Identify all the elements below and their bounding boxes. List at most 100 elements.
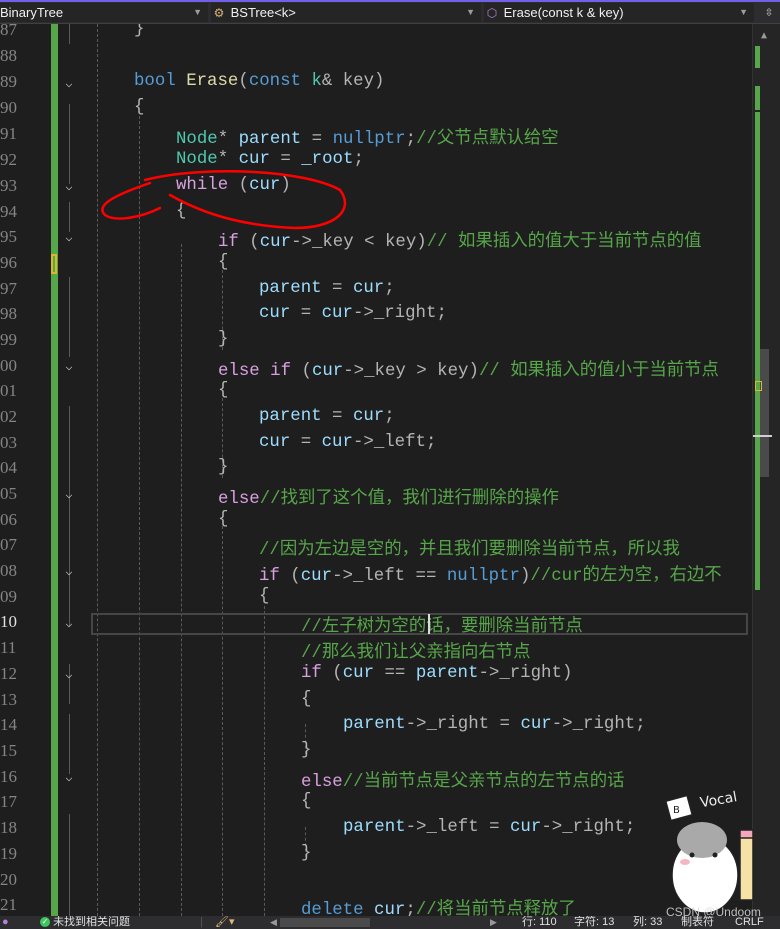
line-ending[interactable]: CRLF bbox=[735, 916, 764, 929]
statement: else if (cur->_key > key)// 如果插入的值小于当前节点 bbox=[218, 356, 719, 381]
token: nullptr bbox=[446, 567, 520, 586]
token: -> bbox=[541, 818, 563, 837]
code-line: //那么我们让父亲指向右节点 bbox=[0, 636, 752, 663]
token: cur bbox=[259, 233, 292, 252]
token: Node bbox=[176, 150, 218, 169]
code-line-current: //左子树为空的话，要删除当前节点 bbox=[0, 610, 752, 637]
check-icon: ✓ bbox=[40, 917, 50, 928]
brace: { bbox=[259, 587, 270, 606]
split-editor-button[interactable]: ⇳ bbox=[758, 3, 780, 22]
member-scope-dropdown[interactable]: ⬡ Erase(const k & key) ▼ bbox=[484, 3, 754, 22]
column-indicator[interactable]: 列: 33 bbox=[633, 916, 662, 929]
line-indicator[interactable]: 行: 110 bbox=[522, 916, 557, 929]
horizontal-scrollbar-thumb[interactable] bbox=[280, 918, 370, 927]
token: parent bbox=[259, 407, 322, 426]
brace: { bbox=[218, 381, 229, 400]
chevron-down-icon: ▼ bbox=[739, 7, 748, 17]
indent-mode[interactable]: 制表符 bbox=[681, 916, 714, 929]
token: cur bbox=[520, 715, 552, 734]
code-line: parent = cur; bbox=[0, 405, 752, 431]
token: ) bbox=[561, 664, 573, 683]
statement: else//当前节点是父亲节点的左节点的话 bbox=[301, 767, 624, 792]
token: cur bbox=[300, 567, 333, 586]
code-line: { bbox=[0, 200, 752, 226]
line-number: 20 bbox=[0, 870, 17, 889]
issues-indicator[interactable]: ✓ 未找到相关问题 bbox=[40, 916, 130, 929]
code-editor[interactable]: 87 88 89 90 91 92 93 94 95 96 97 98 99 00 01 02 03 04 05 06… bbox=[0, 24, 752, 916]
token: ( bbox=[321, 664, 343, 683]
token: _right bbox=[572, 715, 636, 734]
token: = bbox=[478, 818, 510, 837]
status-bar: ● ✓ 未找到相关问题 | 🖌▾ ◀ ▶ 行: 110 字符: 13 列: 33… bbox=[0, 916, 780, 929]
token: ; bbox=[426, 433, 437, 452]
cleanup-brush-icon[interactable]: 🖌▾ bbox=[215, 916, 235, 929]
scroll-left-icon[interactable]: ◀ bbox=[270, 916, 277, 929]
class-scope-label: BSTree<k> bbox=[230, 5, 296, 20]
code-line: parent->_left = cur->_right; bbox=[0, 816, 752, 842]
token: cur bbox=[249, 176, 281, 195]
token: = bbox=[290, 433, 322, 452]
token: cur bbox=[259, 433, 291, 452]
token: = bbox=[290, 304, 322, 323]
code-line: else//当前节点是父亲节点的左节点的话 bbox=[0, 765, 752, 792]
token: if bbox=[218, 233, 239, 252]
brace: { bbox=[301, 792, 312, 811]
token: * bbox=[217, 150, 229, 169]
comment: //cur的左为空，右边不 bbox=[530, 567, 722, 586]
code-line: { bbox=[0, 251, 752, 277]
token: Node bbox=[176, 130, 218, 149]
token: == bbox=[405, 567, 447, 586]
brace: { bbox=[218, 253, 229, 272]
comment: //那么我们让父亲指向右节点 bbox=[301, 644, 531, 663]
comment: //将当前节点释放了 bbox=[415, 901, 576, 916]
brace: { bbox=[218, 510, 229, 529]
scrollbar-thumb[interactable] bbox=[760, 349, 769, 477]
project-dropdown[interactable]: BinaryTree ▼ bbox=[0, 3, 208, 22]
token: if bbox=[301, 664, 322, 683]
token: _left bbox=[373, 433, 426, 452]
method-icon: ⬡ bbox=[486, 6, 498, 20]
class-icon: ⚙ bbox=[213, 6, 225, 20]
line-number: 88 bbox=[0, 46, 17, 65]
token: Erase bbox=[186, 72, 239, 91]
token: else bbox=[218, 490, 260, 509]
token: parent bbox=[415, 664, 479, 683]
code-line: { bbox=[0, 508, 752, 534]
scroll-right-icon[interactable]: ▶ bbox=[490, 916, 497, 929]
caret-position-marker bbox=[753, 435, 772, 437]
statement: if (cur->_left == nullptr)//cur的左为空，右边不 bbox=[259, 561, 722, 586]
vertical-scrollbar[interactable]: ▲ bbox=[752, 24, 780, 916]
token: _root bbox=[301, 150, 354, 169]
token: = bbox=[269, 150, 302, 169]
token: parent bbox=[259, 279, 322, 298]
token: ) bbox=[519, 567, 531, 586]
code-line: { bbox=[0, 96, 752, 122]
token: nullptr bbox=[332, 130, 406, 149]
token: cur bbox=[321, 433, 353, 452]
statement: cur = cur->_right; bbox=[259, 304, 447, 323]
code-line: else//找到了这个值，我们进行删除的操作 bbox=[0, 482, 752, 509]
statement: cur = cur->_left; bbox=[259, 433, 436, 452]
comment: //父节点默认给空 bbox=[416, 130, 559, 149]
scroll-up-icon[interactable]: ▲ bbox=[761, 30, 767, 41]
token: ( bbox=[279, 567, 301, 586]
char-indicator[interactable]: 字符: 13 bbox=[574, 916, 614, 929]
token: -> bbox=[332, 567, 353, 586]
code-line: } bbox=[0, 24, 752, 44]
token: parent bbox=[343, 818, 406, 837]
statement: if (cur->_key < key)// 如果插入的值大于当前节点的值 bbox=[218, 227, 702, 252]
comment: //找到了这个值，我们进行删除的操作 bbox=[259, 490, 559, 509]
code-line: } bbox=[0, 842, 752, 868]
statement: while (cur) bbox=[176, 176, 291, 195]
token: parent bbox=[228, 130, 302, 149]
token: -> bbox=[352, 433, 374, 452]
function-signature: bool Erase(const k& key) bbox=[134, 72, 385, 91]
token: ( bbox=[238, 72, 249, 91]
code-line: if (cur->_key < key)// 如果插入的值大于当前节点的值 bbox=[0, 225, 752, 252]
class-scope-dropdown[interactable]: ⚙ BSTree<k> ▼ bbox=[211, 3, 481, 22]
token: ; bbox=[624, 818, 636, 837]
code-line: parent->_right = cur->_right; bbox=[0, 713, 752, 739]
copilot-icon[interactable]: ● bbox=[2, 916, 9, 929]
code-line: { bbox=[0, 688, 752, 714]
token: ( bbox=[238, 233, 260, 252]
